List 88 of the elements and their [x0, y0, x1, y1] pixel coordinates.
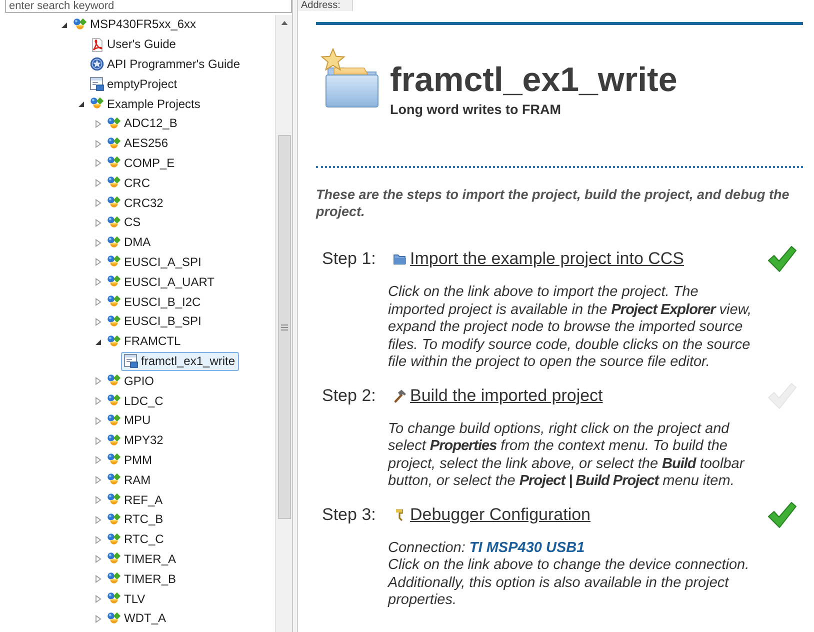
tree-item[interactable]: LDC_C — [104, 392, 168, 411]
package-icon — [107, 116, 121, 131]
pdf-icon — [90, 38, 104, 52]
connection-label: Connection: — [388, 540, 466, 556]
tree-item[interactable]: CS — [104, 213, 145, 232]
package-icon — [107, 414, 121, 428]
address-label: Address: — [298, 0, 354, 11]
tree-item[interactable]: CRC32 — [104, 194, 168, 213]
tree-item[interactable]: PMM — [104, 450, 156, 470]
package-icon — [107, 136, 121, 151]
step-label: Step 2: — [322, 386, 377, 406]
tree-item[interactable]: GPIO — [104, 372, 158, 391]
tree-item[interactable]: MSP430FR5xx_6xx — [70, 15, 200, 34]
package-icon — [107, 334, 121, 349]
disclosure-triangle-icon[interactable] — [77, 100, 85, 108]
project-icon — [90, 77, 104, 92]
tree-item[interactable]: Example Projects — [87, 94, 204, 114]
tree-item[interactable]: User's Guide — [87, 35, 180, 54]
package-icon — [73, 18, 87, 32]
step-link[interactable]: Build the imported project — [410, 386, 603, 406]
package-icon — [107, 572, 121, 586]
tree-item[interactable]: EUSCI_A_SPI — [104, 252, 206, 272]
package-icon — [107, 453, 121, 468]
scroll-up-arrow-icon[interactable] — [280, 21, 288, 25]
step-label: Step 3: — [322, 504, 377, 524]
package-icon — [107, 216, 121, 230]
scrollbar[interactable] — [275, 15, 292, 632]
tree-item[interactable]: TIMER_B — [104, 570, 180, 589]
tree-item[interactable]: RTC_B — [104, 510, 168, 530]
package-icon — [107, 552, 121, 566]
tree-item[interactable]: MPY32 — [104, 431, 168, 450]
tree-item[interactable]: EUSCI_A_UART — [104, 272, 218, 292]
grip-icon — [280, 324, 288, 330]
tree-item[interactable]: CRC — [104, 174, 154, 193]
tree-item[interactable]: TLV — [104, 590, 150, 608]
tree-item[interactable]: MPU — [104, 411, 155, 430]
tree-item[interactable]: RTC_C — [104, 530, 168, 550]
disclosure-triangle-icon[interactable] — [60, 20, 68, 29]
step-link[interactable]: Debugger Configuration — [410, 504, 591, 524]
package-icon — [90, 97, 104, 112]
tree-item[interactable]: AES256 — [104, 134, 172, 154]
folder-star-icon — [320, 48, 380, 108]
tree-item[interactable]: FRAMCTL — [104, 332, 185, 352]
package-icon — [107, 612, 121, 626]
seal-icon — [90, 57, 104, 72]
scrollbar-thumb[interactable] — [278, 135, 290, 519]
package-icon — [107, 512, 121, 527]
connection-link[interactable]: TI MSP430 USB1 — [469, 540, 585, 556]
package-icon — [107, 592, 121, 606]
step-label: Step 1: — [322, 249, 377, 269]
package-icon — [107, 196, 121, 210]
package-icon — [107, 473, 121, 488]
tree-item[interactable]: RAM — [104, 470, 155, 490]
package-icon — [107, 434, 121, 448]
step-description: To change build options, right click on the project and select Properties from the context menu. To build the project, select the link above, or select the Build toolbar button, or select the Project | Build Project menu item. — [388, 420, 746, 490]
tree-item[interactable]: EUSCI_B_SPI — [104, 312, 206, 332]
tree-item[interactable]: COMP_E — [104, 154, 179, 173]
disclosure-triangle-icon[interactable] — [94, 338, 102, 346]
page-subtitle: Long word writes to FRAM — [390, 102, 562, 118]
package-icon — [107, 532, 121, 547]
tree-item[interactable]: EUSCI_B_I2C — [104, 292, 205, 312]
tree-item[interactable]: REF_A — [104, 490, 167, 510]
package-icon — [107, 394, 121, 408]
package-icon — [107, 156, 121, 170]
tree-item[interactable]: emptyProject — [87, 74, 182, 94]
folder-icon — [393, 252, 407, 266]
page-title: framctl_ex1_write — [390, 60, 678, 100]
package-icon — [107, 314, 121, 329]
tree-item[interactable]: API Programmer's Guide — [87, 54, 244, 74]
search-field[interactable]: enter search keyword — [5, 0, 292, 13]
intro-text: These are the steps to import the project, build the project, and debug the project. — [316, 187, 790, 220]
package-icon — [107, 275, 121, 290]
package-icon — [107, 493, 121, 508]
package-icon — [107, 295, 121, 310]
hammer-icon — [393, 388, 407, 402]
package-icon — [107, 236, 121, 250]
tree-item[interactable]: TIMER_A — [104, 550, 180, 569]
package-icon — [107, 255, 121, 270]
tree-item[interactable]: ADC12_B — [104, 114, 182, 134]
step-link[interactable]: Import the example project into CCS — [410, 249, 684, 269]
tree-item[interactable]: DMA — [104, 233, 155, 252]
step-description: Click on the link above to change the device connection. Additionally, this option is also available in the project properties. — [388, 557, 750, 610]
tree-item[interactable]: framctl_ex1_write — [121, 352, 240, 371]
package-icon — [107, 374, 121, 388]
project-icon — [124, 354, 138, 368]
tree-item[interactable]: WDT_A — [104, 609, 170, 628]
package-icon — [107, 176, 121, 190]
step-description: Click on the link above to import the project. The imported project is available in the Project Explorer view, expand the project node to browse the imported source files. To modify source code, double clicks on the source file within the project to open the source file editor. — [388, 284, 753, 372]
